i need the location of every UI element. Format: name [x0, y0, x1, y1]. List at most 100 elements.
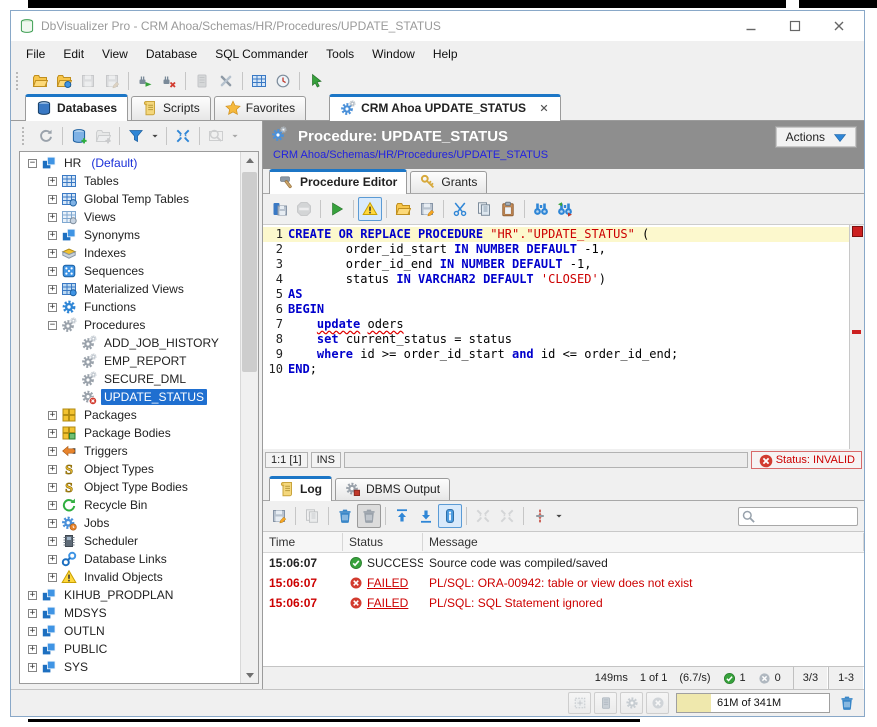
connect-icon[interactable] — [133, 69, 157, 93]
collapse-all-icon[interactable] — [171, 124, 195, 148]
tree-item-sequences[interactable]: +Sequences — [20, 262, 240, 280]
menu-item-help[interactable]: Help — [424, 43, 467, 65]
toolbar-grip[interactable] — [16, 72, 23, 90]
tree-item-emp-report[interactable]: EMP_REPORT — [20, 352, 240, 370]
tree-scrollbar[interactable] — [240, 152, 258, 683]
code-line[interactable]: 8 set current_status = status — [263, 332, 849, 347]
code-line[interactable]: 10END; — [263, 362, 849, 377]
tree-item-invalid-objects[interactable]: +Invalid Objects — [20, 568, 240, 586]
tab-object-crm-ahoa-update-status[interactable]: CRM Ahoa UPDATE_STATUS — [329, 94, 561, 121]
tree-item-sys[interactable]: +SYS — [20, 658, 240, 676]
tree-expander[interactable]: + — [28, 645, 37, 654]
tree-expander[interactable]: + — [48, 483, 57, 492]
find-replace-icon[interactable] — [553, 197, 577, 221]
save-procedure-icon[interactable] — [268, 197, 292, 221]
tree-expander[interactable]: + — [48, 537, 57, 546]
run-garbage-collector-button[interactable] — [835, 692, 859, 714]
paste-icon[interactable] — [496, 197, 520, 221]
tab-scripts[interactable]: Scripts — [131, 96, 211, 120]
tree-item-scheduler[interactable]: +Scheduler — [20, 532, 240, 550]
actions-button[interactable]: Actions — [776, 127, 856, 147]
tree-item-views[interactable]: +Views — [20, 208, 240, 226]
tree-expander[interactable]: + — [48, 501, 57, 510]
log-column-message[interactable]: Message — [423, 533, 864, 551]
execute-pointer-icon[interactable] — [304, 69, 328, 93]
scroll-down-arrow-icon[interactable] — [241, 667, 258, 683]
tree-expander[interactable]: + — [28, 609, 37, 618]
minimize-button[interactable] — [732, 11, 776, 41]
tab-grants[interactable]: Grants — [410, 171, 487, 193]
menu-item-database[interactable]: Database — [137, 43, 206, 65]
maximize-button[interactable] — [776, 11, 820, 41]
execute-icon[interactable] — [325, 197, 349, 221]
tree-item-kihub-prodplan[interactable]: +KIHUB_PRODPLAN — [20, 586, 240, 604]
tree-item-indexes[interactable]: +Indexes — [20, 244, 240, 262]
tree-item-materialized-views[interactable]: +Materialized Views — [20, 280, 240, 298]
tree-expander[interactable]: + — [48, 465, 57, 474]
error-stripe[interactable] — [849, 225, 864, 449]
code-line[interactable]: 5AS — [263, 287, 849, 302]
tree-expander[interactable]: + — [48, 285, 57, 294]
dropdown-icon[interactable] — [552, 504, 566, 528]
error-marker-icon[interactable] — [852, 330, 861, 334]
menu-item-view[interactable]: View — [93, 43, 137, 65]
tree-expander[interactable]: + — [28, 627, 37, 636]
show-warnings-icon[interactable] — [358, 197, 382, 221]
tree-item-tables[interactable]: +Tables — [20, 172, 240, 190]
close-button[interactable] — [820, 11, 864, 41]
row-height-icon[interactable] — [528, 504, 552, 528]
close-tab-icon[interactable] — [538, 102, 550, 114]
tree-item-functions[interactable]: +Functions — [20, 298, 240, 316]
tree-expander[interactable]: + — [48, 303, 57, 312]
tree-expander[interactable]: + — [28, 663, 37, 672]
dropdown-icon[interactable] — [148, 124, 162, 148]
tree-item-database-links[interactable]: +Database Links — [20, 550, 240, 568]
toolbar-grip[interactable] — [22, 127, 29, 145]
code-line[interactable]: 9 where id >= order_id_start and id <= o… — [263, 347, 849, 362]
create-connection-icon[interactable] — [67, 124, 91, 148]
tree-item-object-types[interactable]: +SObject Types — [20, 460, 240, 478]
table-data-icon[interactable] — [247, 69, 271, 93]
tree-item-recycle-bin[interactable]: +Recycle Bin — [20, 496, 240, 514]
scroll-thumb[interactable] — [242, 172, 257, 372]
clear-pinned-icon[interactable] — [357, 504, 381, 528]
tree-item-public[interactable]: +PUBLIC — [20, 640, 240, 658]
tree-expander[interactable]: + — [48, 177, 57, 186]
tab-databases[interactable]: Databases — [25, 94, 128, 121]
tree-item-procedures[interactable]: −Procedures — [20, 316, 240, 334]
tree-item-mdsys[interactable]: +MDSYS — [20, 604, 240, 622]
tree-expander[interactable]: + — [48, 213, 57, 222]
tab-favorites[interactable]: Favorites — [214, 96, 306, 120]
tree-expander[interactable]: + — [48, 267, 57, 276]
tool-properties-icon[interactable] — [214, 69, 238, 93]
tree-expander[interactable]: + — [48, 411, 57, 420]
refresh-icon[interactable] — [34, 124, 58, 148]
tree-expander[interactable]: + — [48, 249, 57, 258]
disconnect-icon[interactable] — [157, 69, 181, 93]
save-as-icon[interactable] — [415, 197, 439, 221]
open-file-icon[interactable] — [391, 197, 415, 221]
error-marker-icon[interactable] — [852, 226, 863, 237]
code-line[interactable]: 7 update oders — [263, 317, 849, 332]
tree-item-triggers[interactable]: +Triggers — [20, 442, 240, 460]
code-line[interactable]: 3 order_id_end IN NUMBER DEFAULT -1, — [263, 257, 849, 272]
tree-expander[interactable]: + — [48, 447, 57, 456]
scroll-track[interactable] — [241, 168, 258, 667]
log-search-input[interactable] — [755, 509, 857, 524]
log-table-header[interactable]: TimeStatusMessage — [263, 532, 864, 553]
tree-expander[interactable]: + — [48, 555, 57, 564]
find-icon[interactable] — [529, 197, 553, 221]
tree-expander[interactable]: + — [48, 429, 57, 438]
open-file-icon[interactable] — [28, 69, 52, 93]
tail-log-icon[interactable] — [438, 504, 462, 528]
scroll-top-icon[interactable] — [390, 504, 414, 528]
tree-item-packages[interactable]: +Packages — [20, 406, 240, 424]
tree-expander[interactable]: + — [28, 591, 37, 600]
tree-item-add-job-history[interactable]: ADD_JOB_HISTORY — [20, 334, 240, 352]
menu-item-edit[interactable]: Edit — [54, 43, 93, 65]
copy-icon[interactable] — [472, 197, 496, 221]
log-column-time[interactable]: Time — [263, 533, 343, 551]
tree-expander[interactable]: + — [48, 231, 57, 240]
log-column-status[interactable]: Status — [343, 533, 423, 551]
cut-icon[interactable] — [448, 197, 472, 221]
